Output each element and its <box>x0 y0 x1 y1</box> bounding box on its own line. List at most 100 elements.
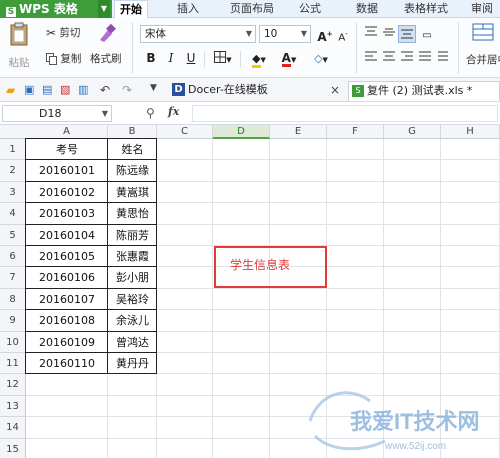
exam-number-cell[interactable]: 20160103 <box>26 203 108 224</box>
exam-number-cell[interactable]: 20160109 <box>26 332 108 353</box>
column-header-g[interactable]: G <box>384 125 441 139</box>
column-header-a[interactable]: A <box>26 125 108 139</box>
row-header-11[interactable]: 11 <box>0 353 26 375</box>
save-icon[interactable]: ▣ <box>24 83 37 96</box>
column-header-d[interactable]: D <box>213 125 270 139</box>
format-painter-button[interactable] <box>92 22 122 47</box>
row-header-9[interactable]: 9 <box>0 310 26 332</box>
tab-home[interactable]: 开始 <box>114 0 148 19</box>
close-tab-icon[interactable]: × <box>330 81 340 99</box>
row-header-13[interactable]: 13 <box>0 395 26 418</box>
student-name-cell[interactable]: 黄嵩琪 <box>108 182 157 203</box>
column-header-f[interactable]: F <box>327 125 384 139</box>
tab-insert[interactable]: 插入 <box>168 0 208 18</box>
exam-number-cell[interactable]: 20160107 <box>26 289 108 310</box>
exam-number-cell[interactable]: 20160102 <box>26 182 108 203</box>
row-header-8[interactable]: 8 <box>0 288 26 311</box>
fx-icon[interactable]: fx <box>168 105 179 118</box>
open-folder-icon[interactable]: ▰ <box>6 83 19 97</box>
distribute-button[interactable] <box>434 49 452 67</box>
justify-button[interactable] <box>416 49 434 67</box>
tab-data[interactable]: 数据 <box>347 0 387 18</box>
student-name-cell[interactable]: 黄丹丹 <box>108 353 157 374</box>
student-name-cell[interactable]: 张惠霞 <box>108 246 157 267</box>
font-name-select[interactable]: 宋体 ▼ <box>140 25 256 43</box>
row-header-1[interactable]: 1 <box>0 139 26 161</box>
align-middle-button[interactable] <box>380 25 398 43</box>
align-bottom-button[interactable] <box>398 25 416 43</box>
tab-formula[interactable]: 公式 <box>290 0 330 18</box>
row-header-12[interactable]: 12 <box>0 374 26 396</box>
table-border <box>26 266 157 268</box>
column-header-c[interactable]: C <box>157 125 213 139</box>
app-menu-dropdown-icon[interactable]: ▼ <box>98 0 110 18</box>
tab-page-layout[interactable]: 页面布局 <box>222 0 282 18</box>
formula-input[interactable] <box>192 105 498 122</box>
customize-dropdown-icon[interactable]: ▼ <box>150 83 163 96</box>
decrease-font-button[interactable]: A- <box>334 25 352 43</box>
font-color-button[interactable]: A▼ <box>276 49 302 67</box>
align-right-button[interactable] <box>398 49 416 67</box>
align-center-button[interactable] <box>380 49 398 67</box>
paste-button[interactable]: 粘贴 <box>6 22 32 74</box>
student-name-cell[interactable]: 陈远缘 <box>108 160 157 181</box>
fill-color-button[interactable]: ◆▼ <box>246 49 272 68</box>
row-header-4[interactable]: 4 <box>0 203 26 225</box>
copy-button[interactable]: 复制 <box>46 51 81 66</box>
student-name-cell[interactable]: 曾鸿达 <box>108 332 157 353</box>
print-preview-icon[interactable]: ▥ <box>78 83 91 96</box>
increase-font-button[interactable]: A+ <box>316 25 334 44</box>
row-header-10[interactable]: 10 <box>0 331 26 353</box>
row-header-3[interactable]: 3 <box>0 181 26 204</box>
table-header-cell[interactable]: 姓名 <box>108 139 157 160</box>
export-pdf-icon[interactable]: ▧ <box>60 83 73 96</box>
exam-number-cell[interactable]: 20160104 <box>26 225 108 246</box>
select-all-corner[interactable] <box>0 125 27 139</box>
font-name-value: 宋体 <box>145 28 166 40</box>
doc-tab-active[interactable]: S 复件 (2) 测试表.xls * <box>348 81 500 101</box>
column-header-b[interactable]: B <box>108 125 157 139</box>
align-bottom-icon <box>401 29 413 39</box>
column-header-h[interactable]: H <box>441 125 500 139</box>
exam-number-cell[interactable]: 20160106 <box>26 267 108 288</box>
cut-button[interactable]: ✂ 剪切 <box>46 25 80 40</box>
column-header-e[interactable]: E <box>270 125 327 139</box>
undo-icon[interactable]: ↶ <box>100 83 113 97</box>
student-name-cell[interactable]: 陈丽芳 <box>108 225 157 246</box>
name-box[interactable]: D18 ▼ <box>2 105 112 122</box>
row-header-7[interactable]: 7 <box>0 267 26 289</box>
font-size-select[interactable]: 10 ▼ <box>259 25 311 43</box>
student-name-cell[interactable]: 余泳儿 <box>108 310 157 331</box>
clear-format-button[interactable]: ◇▼ <box>306 49 336 67</box>
italic-button[interactable]: I <box>162 49 180 67</box>
exam-number-cell[interactable]: 20160108 <box>26 310 108 331</box>
bold-button[interactable]: B <box>142 49 160 67</box>
row-header-2[interactable]: 2 <box>0 160 26 182</box>
merge-center-button[interactable] <box>466 22 500 45</box>
print-icon[interactable]: ▤ <box>42 83 55 96</box>
exam-number-cell[interactable]: 20160110 <box>26 353 108 374</box>
row-header-5[interactable]: 5 <box>0 224 26 246</box>
student-name-cell[interactable]: 黄思怡 <box>108 203 157 224</box>
spreadsheet-grid[interactable]: ABCDEFGH 1 2 3 4 5 6 7 8 9 10 11 12 13 14 15 考号 姓名 20160… <box>0 125 500 458</box>
orientation-button[interactable]: ▭ <box>418 25 436 43</box>
border-button[interactable]: ▼ <box>210 49 236 67</box>
student-name-cell[interactable]: 彭小朋 <box>108 267 157 288</box>
exam-number-cell[interactable]: 20160101 <box>26 160 108 181</box>
row-header-15[interactable]: 15 <box>0 438 26 458</box>
underline-button[interactable]: U <box>182 49 200 67</box>
tab-review[interactable]: 审阅 <box>464 0 500 18</box>
tab-table-style[interactable]: 表格样式 <box>398 0 454 18</box>
row-header-6[interactable]: 6 <box>0 246 26 268</box>
redo-icon[interactable]: ↷ <box>122 83 135 97</box>
exam-number-cell[interactable]: 20160105 <box>26 246 108 267</box>
align-left-button[interactable] <box>362 49 380 67</box>
app-menu-button[interactable]: S WPS 表格 ▼ <box>0 0 112 18</box>
doc-tab-docer[interactable]: D Docer-在线模板 × <box>170 81 346 101</box>
align-top-button[interactable] <box>362 25 380 43</box>
row-header-14[interactable]: 14 <box>0 417 26 439</box>
zoom-search-icon[interactable]: ⚲ <box>146 106 155 120</box>
merge-center-label: 合并居中 <box>466 54 500 66</box>
student-name-cell[interactable]: 吴裕玲 <box>108 289 157 310</box>
table-header-cell[interactable]: 考号 <box>26 139 108 160</box>
